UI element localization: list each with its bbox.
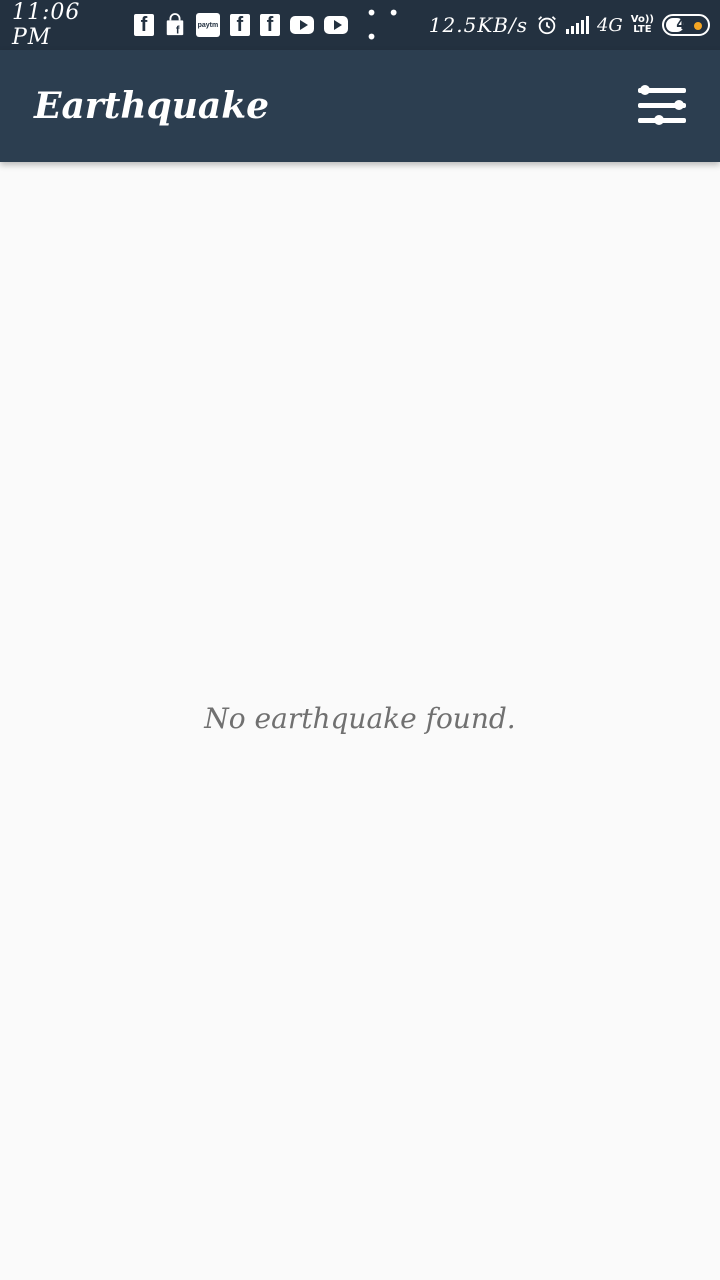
battery-level: 44 (676, 17, 696, 33)
facebook-icon: f (133, 14, 154, 36)
paytm-icon: paytm (196, 13, 220, 37)
filter-knob (674, 100, 684, 110)
signal-strength-icon (565, 16, 589, 34)
svg-text:f: f (176, 24, 180, 36)
status-time: 11:06 PM (12, 0, 81, 50)
app-title: Earthquake (34, 85, 270, 127)
facebook-icon: f (229, 14, 250, 36)
earthquake-list-area: No earthquake found. (0, 162, 720, 1280)
status-bar: 11:06 PM f f paytm f f • • • 12.5KB/s 4G… (0, 0, 720, 50)
facebook-icon: f (259, 14, 281, 36)
empty-state-message: No earthquake found. (204, 702, 516, 735)
filter-settings-button[interactable] (638, 82, 690, 130)
more-notifications-icon: • • • (365, 1, 402, 49)
youtube-icon (290, 16, 314, 34)
network-speed: 12.5KB/s (428, 13, 528, 37)
volte-label-bottom: LTE (633, 24, 652, 35)
network-type: 4G (596, 14, 623, 36)
battery-icon: 44 (662, 14, 710, 36)
status-bar-right: 12.5KB/s 4G Vo)) LTE 44 (429, 13, 710, 37)
shopping-bag-icon: f (164, 13, 186, 36)
filter-knob (654, 115, 664, 125)
youtube-icon (323, 16, 348, 34)
volte-icon: Vo)) LTE (631, 15, 654, 35)
filter-knob (640, 85, 650, 95)
app-bar: Earthquake (0, 50, 720, 162)
alarm-icon (536, 14, 558, 36)
status-bar-left: 11:06 PM f f paytm f f • • • (12, 0, 419, 50)
battery-saver-dot (694, 22, 702, 30)
